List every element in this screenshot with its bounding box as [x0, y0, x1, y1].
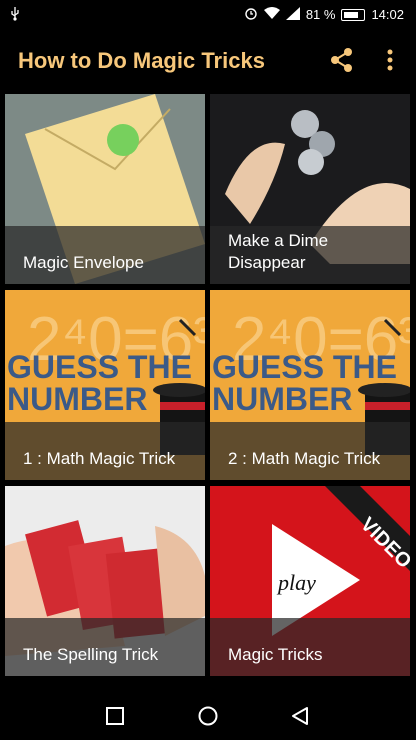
app-title: How to Do Magic Tricks: [18, 48, 265, 73]
tile-label: Magic Tricks: [228, 645, 323, 664]
art-text-line1: GUESS THE: [212, 349, 397, 385]
clock: 14:02: [371, 7, 404, 22]
tile-magic-tricks-video[interactable]: VIDEO play Magic Tricks: [210, 486, 410, 676]
art-text-line2: NUMBER: [212, 381, 352, 417]
trick-grid: Magic Envelope Make a Dime Disappear 2⁴0…: [0, 92, 416, 688]
app-bar: How to Do Magic Tricks: [0, 30, 416, 92]
tile-math-magic-trick-2[interactable]: 2⁴0=6³ GUESS THE NUMBER 2 : Math Magic T…: [210, 290, 410, 480]
tile-label: 2 : Math Magic Trick: [228, 449, 381, 468]
recent-apps-icon[interactable]: [106, 704, 124, 728]
usb-icon: [10, 7, 20, 24]
system-nav-bar: [0, 692, 416, 740]
tile-label: Magic Envelope: [23, 253, 144, 272]
status-bar: 81 % 14:02: [0, 0, 416, 30]
signal-icon: [285, 6, 300, 23]
battery-icon: [341, 8, 366, 21]
tile-label: 1 : Math Magic Trick: [23, 449, 176, 468]
share-icon[interactable]: [326, 44, 358, 76]
tile-label: Make a Dime Disappear: [228, 231, 329, 272]
battery-percent: 81 %: [305, 7, 336, 22]
alarm-icon: [244, 6, 258, 23]
back-icon[interactable]: [290, 704, 310, 728]
tile-label: The Spelling Trick: [23, 645, 159, 664]
tile-the-spelling-trick[interactable]: The Spelling Trick: [5, 486, 205, 676]
tile-magic-envelope[interactable]: Magic Envelope: [5, 94, 205, 284]
more-vertical-icon[interactable]: [378, 44, 402, 76]
play-word: play: [276, 570, 316, 595]
tile-make-a-dime-disappear[interactable]: Make a Dime Disappear: [210, 94, 410, 284]
home-icon[interactable]: [197, 704, 219, 728]
art-text-line2: NUMBER: [7, 381, 147, 417]
tile-math-magic-trick-1[interactable]: 2⁴0=6³ GUESS THE NUMBER 1 : Math Magic T…: [5, 290, 205, 480]
wifi-icon: [263, 6, 280, 23]
art-text-line1: GUESS THE: [7, 349, 192, 385]
